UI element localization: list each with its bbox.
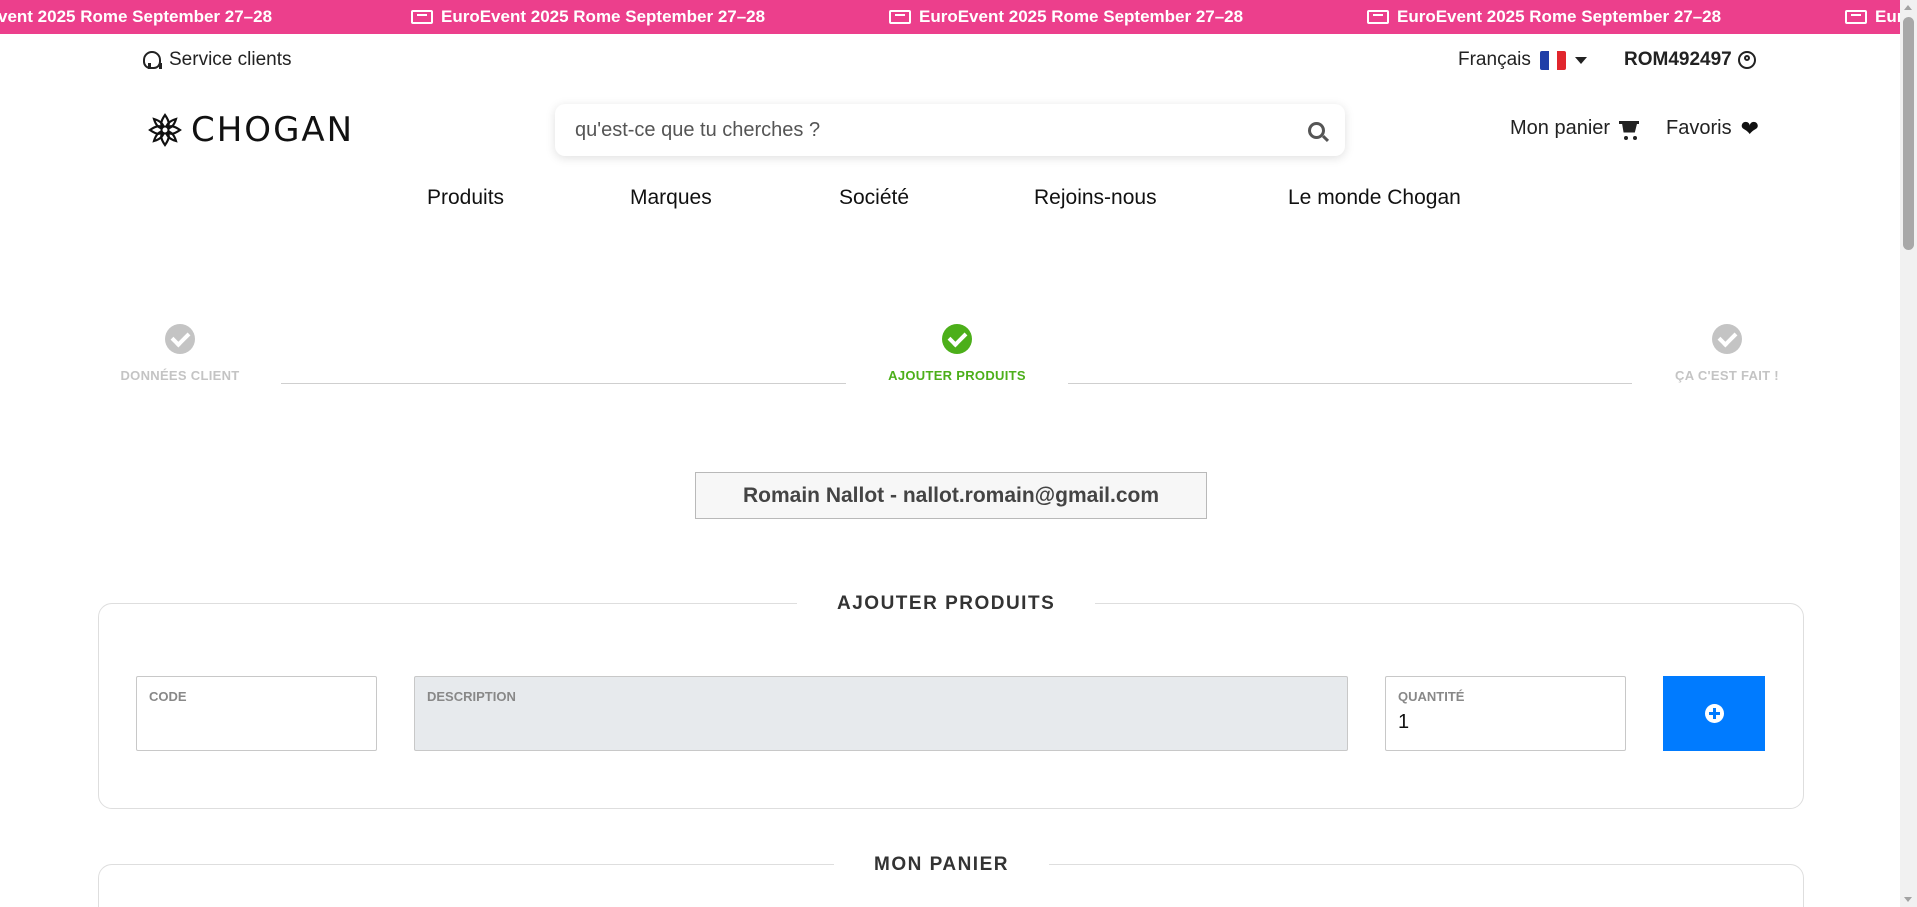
promo-item: Euro: [1845, 0, 1900, 34]
promo-text: EuroEvent 2025 Rome September 27–28: [1397, 7, 1722, 26]
nav-item-produits[interactable]: Produits: [427, 186, 504, 210]
account-link[interactable]: ROM492497: [1624, 49, 1756, 71]
step-add-products: AJOUTER PRODUITS: [876, 324, 1038, 383]
description-label: DESCRIPTION: [427, 689, 516, 704]
check-icon: [165, 324, 195, 354]
code-label: CODE: [149, 689, 187, 704]
description-field: DESCRIPTION: [414, 676, 1348, 751]
check-icon: [942, 324, 972, 354]
user-icon: [1737, 51, 1756, 69]
step-label: DONNÉES CLIENT: [120, 368, 240, 383]
flower-logo-icon: [148, 113, 182, 147]
step-connector: [1068, 383, 1632, 384]
search-input[interactable]: [575, 118, 1308, 142]
add-product-button[interactable]: [1663, 676, 1765, 751]
language-label: Français: [1458, 49, 1531, 70]
client-info: Romain Nallot - nallot.romain@gmail.com: [695, 472, 1207, 519]
promo-item: EuroEvent 2025 Rome September 27–28: [889, 0, 1243, 34]
account-id: ROM492497: [1624, 49, 1732, 70]
favorites-link[interactable]: Favoris ❤: [1666, 117, 1759, 140]
nav-item-rejoins-nous[interactable]: Rejoins-nous: [1034, 186, 1157, 210]
promo-item: EuroEvent 2025 Rome September 27–28: [411, 0, 765, 34]
quantity-field[interactable]: QUANTITÉ: [1385, 676, 1626, 751]
logo-text: CHOGAN: [191, 110, 355, 150]
code-field[interactable]: CODE: [136, 676, 377, 751]
search-icon[interactable]: [1308, 121, 1325, 139]
quantity-input[interactable]: [1398, 711, 1598, 734]
cart-link[interactable]: Mon panier: [1510, 117, 1640, 140]
nav-item-societe[interactable]: Société: [839, 186, 909, 210]
step-client-data: DONNÉES CLIENT: [103, 324, 257, 383]
nav-item-marques[interactable]: Marques: [630, 186, 712, 210]
quantity-label: QUANTITÉ: [1398, 689, 1465, 704]
nav-item-le-monde-chogan[interactable]: Le monde Chogan: [1288, 186, 1461, 210]
search-bar[interactable]: [555, 104, 1345, 156]
ticket-icon: [411, 10, 433, 24]
scroll-up-arrow-icon[interactable]: [1904, 5, 1912, 10]
cart-panel-title: MON PANIER: [834, 854, 1049, 876]
scroll-down-arrow-icon[interactable]: [1904, 897, 1912, 902]
heart-icon: ❤: [1740, 115, 1760, 141]
add-products-title: AJOUTER PRODUITS: [797, 593, 1096, 615]
plus-circle-icon: [1704, 704, 1724, 723]
promo-text: vent 2025 Rome September 27–28: [0, 7, 273, 26]
page-scrollbar[interactable]: [1900, 0, 1917, 907]
promo-text: EuroEvent 2025 Rome September 27–28: [441, 7, 766, 26]
scroll-thumb[interactable]: [1903, 17, 1914, 250]
ticket-icon: [1845, 10, 1867, 24]
headset-icon: [143, 51, 162, 69]
ticket-icon: [1367, 10, 1389, 24]
promo-banner[interactable]: vent 2025 Rome September 27–28 EuroEvent…: [0, 0, 1900, 34]
step-label: AJOUTER PRODUITS: [888, 368, 1026, 383]
customer-service-link[interactable]: Service clients: [143, 49, 292, 71]
logo[interactable]: CHOGAN: [147, 110, 354, 150]
promo-item: vent 2025 Rome September 27–28: [0, 0, 272, 34]
code-input[interactable]: [149, 711, 349, 734]
ticket-icon: [889, 10, 911, 24]
promo-text: Euro: [1875, 7, 1900, 26]
shopping-cart-icon: [1619, 120, 1640, 140]
french-flag-icon: [1539, 50, 1566, 70]
favorites-label: Favoris: [1666, 117, 1732, 139]
step-label: ÇA C'EST FAIT !: [1675, 368, 1779, 383]
chevron-down-icon: [1574, 56, 1587, 64]
promo-item: EuroEvent 2025 Rome September 27–28: [1367, 0, 1721, 34]
promo-text: EuroEvent 2025 Rome September 27–28: [919, 7, 1244, 26]
language-selector[interactable]: Français: [1458, 49, 1587, 71]
step-done: ÇA C'EST FAIT !: [1657, 324, 1797, 383]
cart-label: Mon panier: [1510, 117, 1611, 139]
step-connector: [281, 383, 846, 384]
customer-service-label: Service clients: [169, 49, 292, 70]
check-icon: [1712, 324, 1742, 354]
